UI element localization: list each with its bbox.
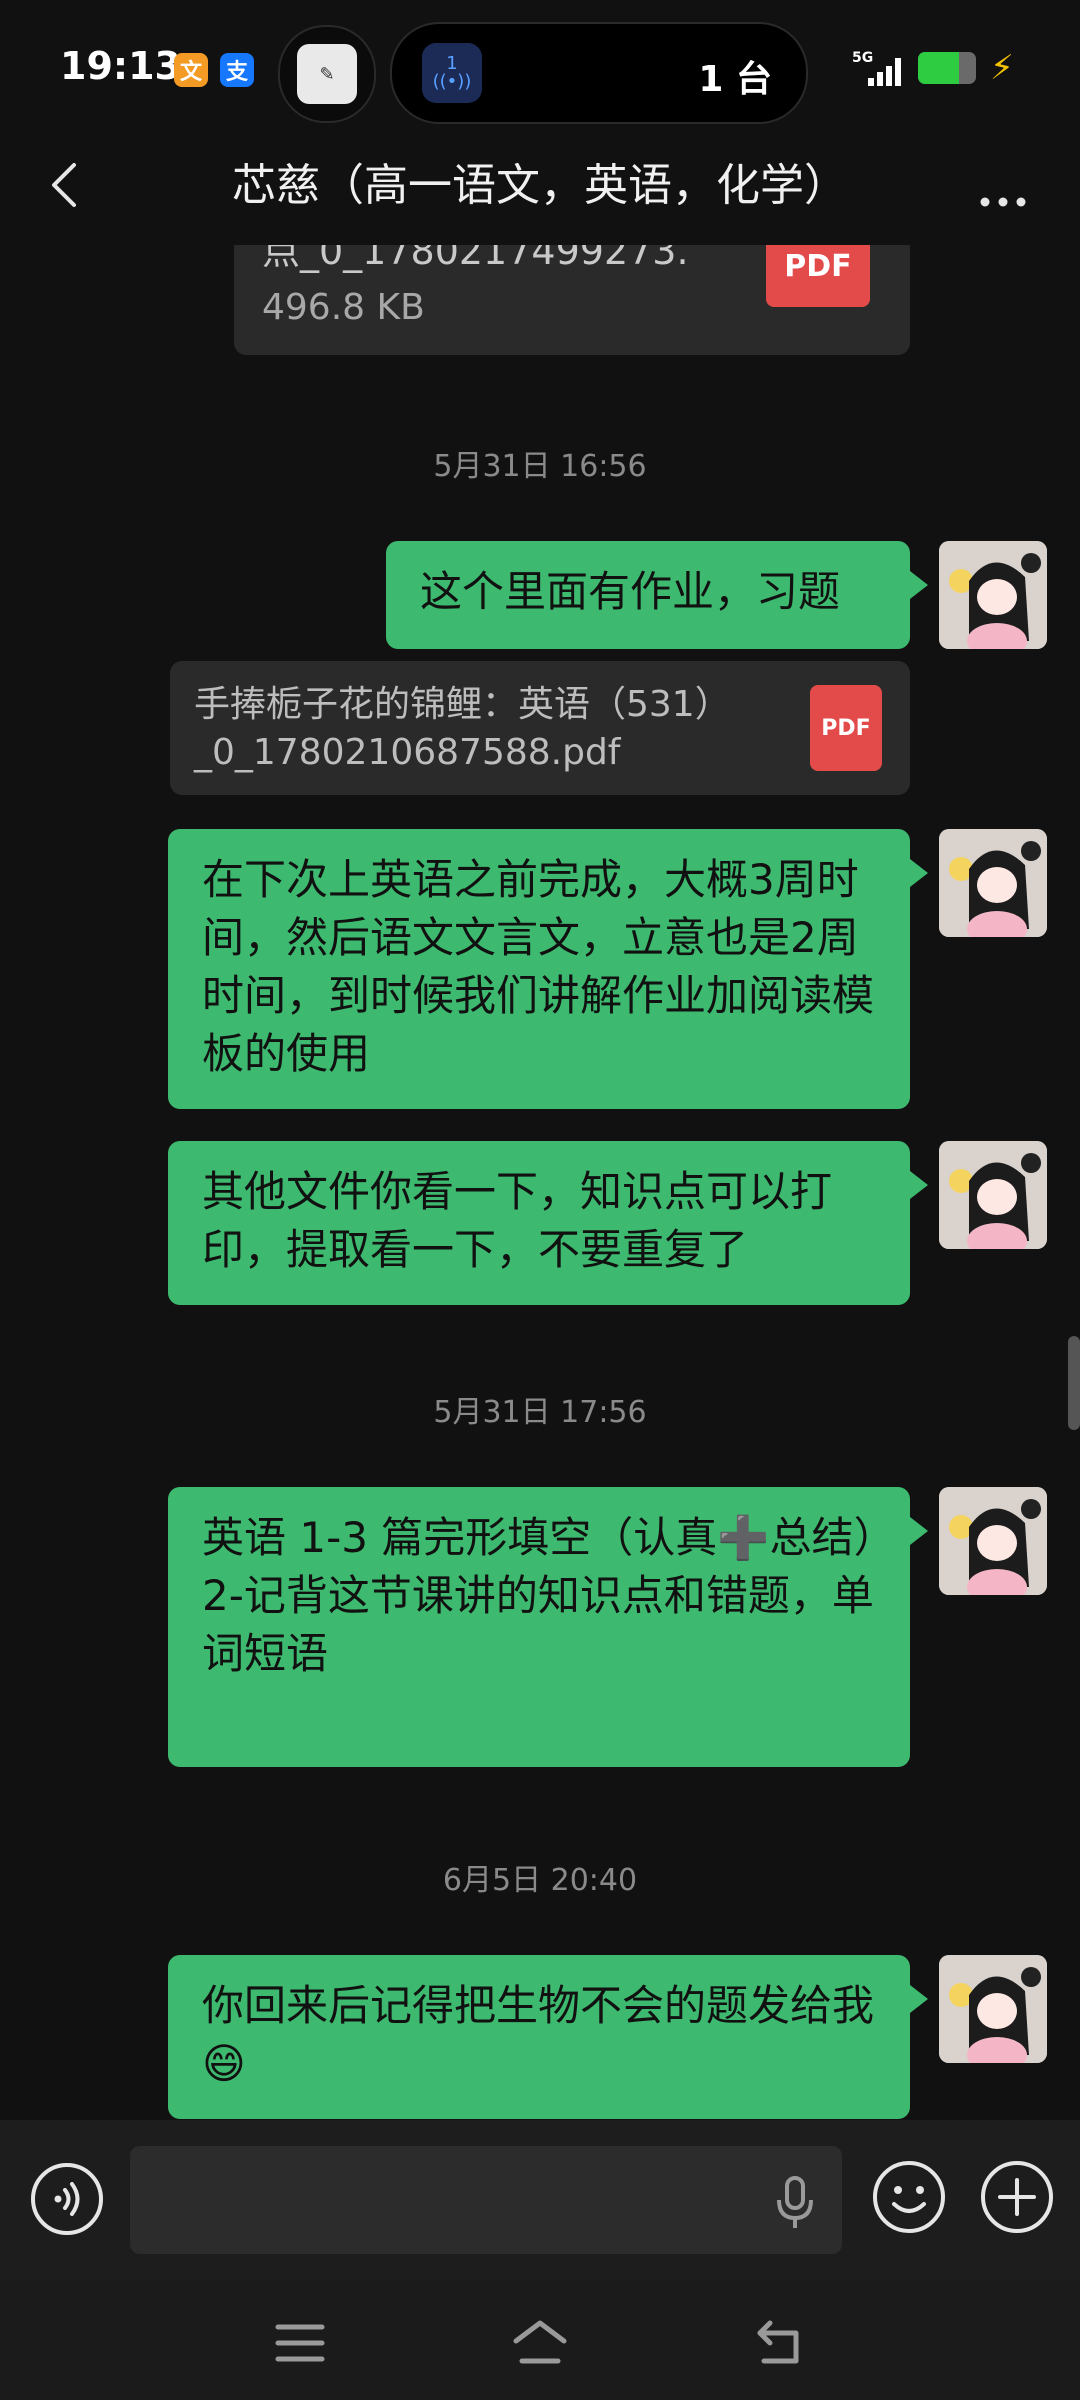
chat-header: 芯慈（高一语文，英语，化学）	[0, 135, 1080, 245]
scrollbar-thumb[interactable]	[1068, 1336, 1080, 1430]
smiley-icon	[873, 2161, 945, 2233]
dynamic-island[interactable]: 1 ((•)) 1 台	[390, 22, 808, 124]
message-bubble[interactable]: 英语 1-3 篇完形填空（认真➕总结） 2-记背这节课讲的知识点和错题，单词短语	[168, 1487, 928, 1767]
chat-title: 芯慈（高一语文，英语，化学）	[232, 160, 848, 211]
alipay-icon: 支	[220, 53, 254, 87]
menu-icon	[275, 2324, 325, 2362]
message-text: 其他文件你看一下，知识点可以打印，提取看一下，不要重复了	[202, 1167, 833, 1274]
charging-icon: ⚡	[990, 48, 1014, 88]
status-time: 19:13	[60, 44, 181, 88]
home-icon	[513, 2320, 567, 2364]
avatar-image	[939, 541, 1047, 649]
back-nav-button[interactable]	[752, 2315, 808, 2371]
more-button[interactable]	[975, 157, 1035, 217]
file-size: 496.8 KB	[262, 287, 425, 328]
avatar[interactable]	[939, 1141, 1047, 1249]
microphone-icon	[777, 2176, 813, 2228]
emoji-button[interactable]	[870, 2158, 948, 2236]
broadcast-icon: 1 ((•))	[422, 43, 482, 103]
avatar-image	[939, 1955, 1047, 2063]
avatar-image	[939, 829, 1047, 937]
avatar[interactable]	[939, 1487, 1047, 1595]
input-bar	[0, 2120, 1080, 2280]
more-dots-icon	[980, 197, 1026, 207]
timestamp: 5月31日 17:56	[433, 1395, 647, 1430]
notification-app-icon: 文	[174, 53, 208, 87]
message-text: 你回来后记得把生物不会的题发给我😄	[202, 1981, 875, 2088]
status-bar: 19:13 文 支 ✎ 1 ((•)) 1 台 5G ⚡	[0, 0, 1080, 135]
sketch-app-icon: ✎	[297, 44, 357, 104]
avatar-image	[939, 1141, 1047, 1249]
message-bubble[interactable]: 其他文件你看一下，知识点可以打印，提取看一下，不要重复了	[168, 1141, 928, 1305]
signal-icon: 5G	[852, 48, 912, 92]
message-text-line1: 英语 1-3 篇完形填空（认真➕总结）	[202, 1513, 896, 1562]
message-bubble[interactable]: 在下次上英语之前完成，大概3周时间，然后语文文言文，立意也是2周时间，到时候我们…	[168, 829, 928, 1109]
voice-toggle-button[interactable]	[28, 2160, 106, 2238]
system-nav-bar	[0, 2280, 1080, 2400]
mic-button[interactable]	[770, 2172, 820, 2232]
battery-level	[918, 52, 959, 84]
message-text: 在下次上英语之前完成，大概3周时间，然后语文文言文，立意也是2周时间，到时候我们…	[202, 855, 875, 1078]
message-bubble[interactable]: 这个里面有作业，习题	[386, 541, 928, 649]
network-type: 5G	[852, 50, 873, 66]
pdf-file-icon: PDF	[766, 245, 870, 307]
back-button[interactable]	[40, 155, 90, 215]
plus-icon	[981, 2161, 1053, 2233]
recents-button[interactable]	[272, 2315, 328, 2371]
message-input[interactable]	[130, 2146, 842, 2254]
avatar[interactable]	[939, 829, 1047, 937]
radio-waves-icon: ((•))	[432, 71, 472, 92]
chevron-left-icon	[52, 163, 76, 207]
more-actions-button[interactable]	[978, 2158, 1056, 2236]
device-count: 1 台	[698, 59, 772, 100]
avatar[interactable]	[939, 1955, 1047, 2063]
message-bubble[interactable]: 你回来后记得把生物不会的题发给我😄	[168, 1955, 928, 2119]
home-button[interactable]	[512, 2315, 568, 2371]
avatar-image	[939, 1487, 1047, 1595]
pdf-file-icon: PDF	[810, 685, 882, 771]
message-list[interactable]: 点_0_1780217499273. 496.8 KB PDF 5月31日 16…	[0, 245, 1080, 2120]
timestamp: 5月31日 16:56	[433, 449, 647, 484]
file-card[interactable]: 点_0_1780217499273. 496.8 KB PDF	[234, 245, 910, 355]
battery-icon	[918, 52, 976, 84]
file-name: 点_0_1780217499273.	[262, 245, 689, 273]
voice-icon	[31, 2163, 103, 2235]
avatar[interactable]	[939, 541, 1047, 649]
floating-app-pill[interactable]: ✎	[278, 25, 376, 123]
timestamp: 6月5日 20:40	[442, 1863, 638, 1898]
file-name-line1: 手捧栀子花的锦鲤：英语（531）	[194, 684, 731, 725]
message-text-line2: 2-记背这节课讲的知识点和错题，单词短语	[202, 1571, 874, 1678]
file-name-line2: _0_1780210687588.pdf	[194, 732, 621, 773]
file-card[interactable]: 手捧栀子花的锦鲤：英语（531） _0_1780210687588.pdf PD…	[170, 661, 910, 795]
return-icon	[757, 2320, 799, 2364]
message-text: 这个里面有作业，习题	[420, 567, 841, 616]
